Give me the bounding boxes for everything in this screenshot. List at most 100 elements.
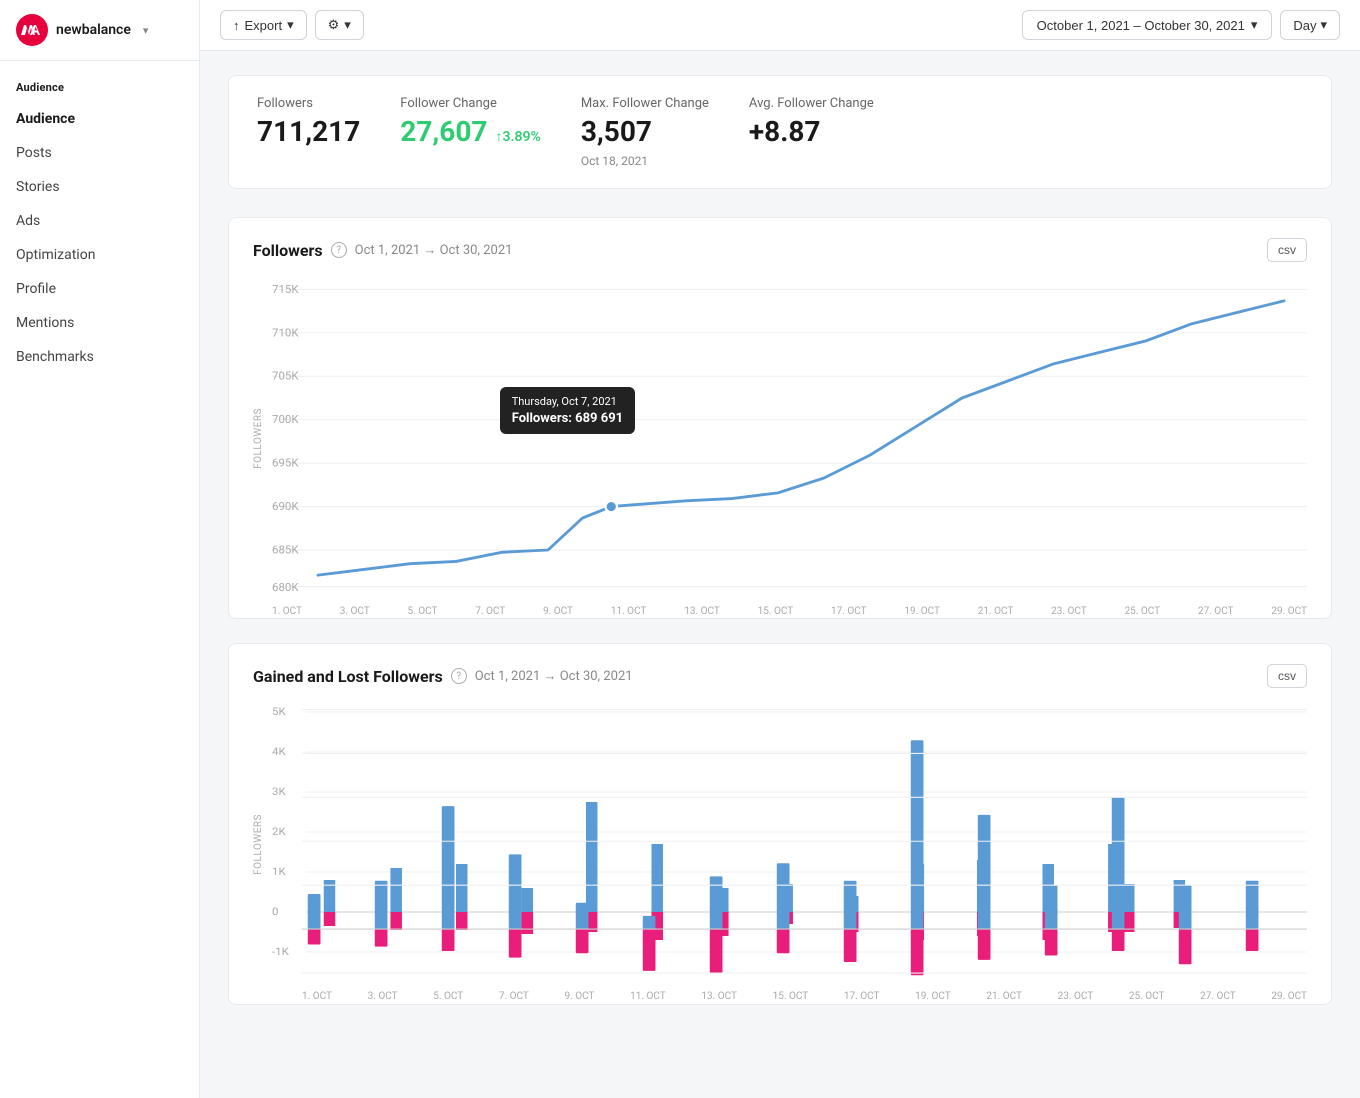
logo-icon (16, 14, 48, 46)
gained-lost-chart-info-icon[interactable]: ? (451, 668, 467, 684)
bar-x-tick-15: 29. OCT (1271, 991, 1307, 1002)
avg-follower-change-label: Avg. Follower Change (749, 96, 874, 111)
stat-avg-follower-change: Avg. Follower Change +8.87 (749, 96, 874, 168)
svg-text:685K: 685K (272, 542, 299, 556)
export-arrow: ▾ (287, 17, 294, 33)
export-label: Export (245, 18, 283, 33)
sidebar-item-posts[interactable]: Posts (0, 136, 199, 170)
bar-x-tick-14: 27. OCT (1200, 991, 1236, 1002)
sidebar-item-benchmarks-label: Benchmarks (16, 349, 94, 365)
sidebar-item-audience-label: Audience (16, 111, 75, 127)
bar-x-tick-6: 11. OCT (630, 991, 666, 1002)
followers-chart-info-icon[interactable]: ? (331, 242, 347, 258)
bar-x-tick-9: 17. OCT (844, 991, 880, 1002)
x-tick-3: 5. OCT (408, 606, 438, 617)
svg-text:705K: 705K (272, 369, 299, 383)
gained-lost-chart-header: Gained and Lost Followers ? Oct 1, 2021 … (253, 664, 1307, 688)
svg-text:710K: 710K (272, 325, 299, 339)
stat-followers: Followers 711,217 (257, 96, 360, 168)
svg-text:3K: 3K (272, 786, 286, 798)
settings-arrow: ▾ (344, 17, 351, 33)
sidebar-item-optimization[interactable]: Optimization (0, 238, 199, 272)
follower-change-pct: ↑3.89% (496, 128, 541, 145)
gained-lost-chart-csv-button[interactable]: csv (1267, 664, 1307, 688)
sidebar-item-ads[interactable]: Ads (0, 204, 199, 238)
date-range-arrow: ▾ (1251, 17, 1258, 33)
sidebar-item-posts-label: Posts (16, 145, 52, 161)
sidebar-item-optimization-label: Optimization (16, 247, 95, 263)
svg-text:690K: 690K (272, 499, 299, 513)
x-tick-6: 11. OCT (611, 606, 647, 617)
followers-line-chart-container: FOLLOWERS Thursday, Oct 7, 2021 Follower… (253, 278, 1307, 598)
sidebar-item-mentions[interactable]: Mentions (0, 306, 199, 340)
dropdown-arrow[interactable]: ▾ (143, 24, 149, 37)
day-button[interactable]: Day ▾ (1280, 10, 1340, 40)
svg-text:680K: 680K (272, 580, 299, 594)
followers-chart-date-range: Oct 1, 2021 → Oct 30, 2021 (355, 242, 513, 258)
svg-text:0: 0 (272, 906, 278, 918)
x-tick-14: 27. OCT (1198, 606, 1234, 617)
followers-chart-section: Followers ? Oct 1, 2021 → Oct 30, 2021 c… (228, 217, 1332, 619)
followers-chart-svg: 715K 710K 705K 700K 695K 690K 685K 680K (272, 278, 1307, 598)
gained-lost-bar-chart-container: FOLLOWERS 5K (253, 704, 1307, 984)
export-button[interactable]: ↑ Export ▾ (220, 10, 307, 40)
svg-text:715K: 715K (272, 282, 299, 296)
followers-chart-area: Thursday, Oct 7, 2021 Followers: 689 691 (272, 278, 1307, 598)
bar-x-tick-11: 21. OCT (986, 991, 1022, 1002)
follower-change-label: Follower Change (400, 96, 541, 111)
bar-chart-overlay: 5K 4K 3K 2K 1K 0 -1K (302, 704, 1307, 984)
bar-x-tick-2: 3. OCT (368, 991, 398, 1002)
x-tick-1: 1. OCT (272, 606, 302, 617)
gained-lost-chart-section: Gained and Lost Followers ? Oct 1, 2021 … (228, 643, 1332, 1005)
sidebar-item-stories-label: Stories (16, 179, 60, 195)
bar-chart-bars: 5K 4K 3K 2K 1K 0 -1K (302, 704, 1307, 984)
svg-text:4K: 4K (272, 746, 286, 758)
followers-chart-title-row: Followers ? Oct 1, 2021 → Oct 30, 2021 (253, 241, 512, 260)
bar-x-tick-13: 25. OCT (1129, 991, 1165, 1002)
stats-row: Followers 711,217 Follower Change 27,607… (228, 75, 1332, 189)
followers-chart-header: Followers ? Oct 1, 2021 → Oct 30, 2021 c… (253, 238, 1307, 262)
max-follower-change-date: Oct 18, 2021 (581, 154, 709, 168)
max-follower-change-value: 3,507 (581, 115, 709, 148)
x-tick-15: 29. OCT (1271, 606, 1307, 617)
gained-lost-y-axis-label: FOLLOWERS (253, 814, 264, 875)
bar-x-tick-1: 1. OCT (302, 991, 332, 1002)
topbar: ↑ Export ▾ ⚙ ▾ October 1, 2021 – October… (200, 0, 1360, 51)
sidebar-item-stories[interactable]: Stories (0, 170, 199, 204)
followers-chart-csv-button[interactable]: csv (1267, 238, 1307, 262)
bar-x-tick-7: 13. OCT (701, 991, 737, 1002)
logo-text: newbalance (56, 22, 131, 38)
gained-lost-chart-title-row: Gained and Lost Followers ? Oct 1, 2021 … (253, 667, 633, 686)
bar-x-tick-12: 23. OCT (1058, 991, 1094, 1002)
sidebar-item-benchmarks[interactable]: Benchmarks (0, 340, 199, 374)
svg-text:-1K: -1K (272, 946, 289, 958)
svg-text:1K: 1K (272, 866, 286, 878)
settings-button[interactable]: ⚙ ▾ (315, 10, 364, 40)
followers-x-axis: 1. OCT 3. OCT 5. OCT 7. OCT 9. OCT 11. O… (272, 602, 1307, 617)
gear-icon: ⚙ (328, 17, 340, 33)
sidebar-item-audience[interactable]: Audience (0, 102, 199, 136)
sidebar-section-audience: Audience (0, 61, 199, 102)
bar-x-tick-10: 19. OCT (915, 991, 951, 1002)
sidebar: newbalance ▾ Audience Audience Posts Sto… (0, 0, 200, 1098)
content: Followers 711,217 Follower Change 27,607… (200, 51, 1360, 1098)
gained-lost-x-axis: 1. OCT 3. OCT 5. OCT 7. OCT 9. OCT 11. O… (302, 987, 1307, 1002)
avg-follower-change-value: +8.87 (749, 115, 874, 148)
x-tick-4: 7. OCT (475, 606, 505, 617)
svg-text:700K: 700K (272, 412, 299, 426)
date-range-button[interactable]: October 1, 2021 – October 30, 2021 ▾ (1022, 10, 1273, 40)
follower-change-value: 27,607 (400, 115, 487, 148)
bar-x-tick-5: 9. OCT (565, 991, 595, 1002)
svg-text:695K: 695K (272, 456, 299, 470)
followers-y-axis-label: FOLLOWERS (253, 408, 264, 469)
topbar-right: October 1, 2021 – October 30, 2021 ▾ Day… (1022, 10, 1340, 40)
svg-text:5K: 5K (272, 706, 286, 718)
date-range-text: October 1, 2021 – October 30, 2021 (1037, 18, 1245, 33)
topbar-left: ↑ Export ▾ ⚙ ▾ (220, 10, 364, 40)
day-arrow: ▾ (1320, 17, 1327, 33)
bar-x-tick-3: 5. OCT (433, 991, 463, 1002)
max-follower-change-label: Max. Follower Change (581, 96, 709, 111)
export-icon: ↑ (233, 18, 240, 33)
x-tick-13: 25. OCT (1125, 606, 1161, 617)
sidebar-item-profile[interactable]: Profile (0, 272, 199, 306)
